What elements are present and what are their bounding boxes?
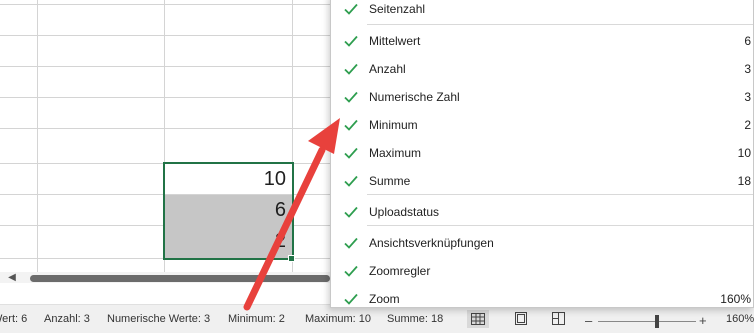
menu-item-seitenzahl[interactable]: Seitenzahl [331, 0, 754, 23]
status-minimum[interactable]: Minimum: 2 [228, 313, 285, 325]
menu-item-value: 160% [720, 292, 751, 306]
menu-item-zoom[interactable]: Zoom 160% [331, 285, 754, 313]
menu-item-label: Mittelwert [369, 34, 421, 48]
checkmark-icon [344, 119, 358, 131]
status-numeric-count[interactable]: Numerische Werte: 3 [107, 313, 210, 325]
checkmark-icon [344, 206, 358, 218]
status-value[interactable]: Wert: 6 [0, 313, 27, 325]
zoom-slider[interactable] [598, 321, 696, 322]
zoom-slider-thumb[interactable] [655, 315, 659, 328]
column-divider [37, 0, 38, 272]
menu-separator [367, 24, 753, 25]
checkmark-icon [344, 265, 358, 277]
menu-item-label: Zoomregler [369, 264, 431, 278]
menu-item-value: 3 [744, 90, 751, 104]
menu-item-value: 3 [744, 62, 751, 76]
menu-item-label: Uploadstatus [369, 205, 440, 219]
menu-item-zoomregler[interactable]: Zoomregler [331, 257, 754, 285]
checkmark-icon [344, 175, 358, 187]
status-maximum[interactable]: Maximum: 10 [305, 313, 371, 325]
menu-item-minimum[interactable]: Minimum 2 [331, 111, 754, 139]
menu-item-label: Maximum [369, 146, 422, 160]
menu-item-anzahl[interactable]: Anzahl 3 [331, 55, 754, 83]
menu-item-numerische-zahl[interactable]: Numerische Zahl 3 [331, 83, 754, 111]
menu-item-label: Minimum [369, 118, 418, 132]
menu-item-mittelwert[interactable]: Mittelwert 6 [331, 27, 754, 55]
menu-item-label: Summe [369, 174, 411, 188]
zoom-in-button[interactable]: + [699, 313, 707, 328]
zoom-level[interactable]: 160% [726, 313, 754, 325]
menu-item-ansichtsverknuepfungen[interactable]: Ansichtsverknüpfungen [331, 229, 754, 257]
menu-item-label: Ansichtsverknüpfungen [369, 236, 494, 250]
fill-handle[interactable] [288, 255, 295, 262]
scroll-left-arrow-icon[interactable]: ◀ [2, 272, 22, 283]
menu-item-maximum[interactable]: Maximum 10 [331, 139, 754, 167]
zoom-out-button[interactable]: – [585, 313, 592, 328]
status-count[interactable]: Anzahl: 3 [44, 313, 90, 325]
checkmark-icon [344, 35, 358, 47]
checkmark-icon [344, 147, 358, 159]
checkmark-icon [344, 3, 358, 15]
menu-item-value: 2 [744, 118, 751, 132]
menu-item-label: Anzahl [369, 62, 406, 76]
checkmark-icon [344, 293, 358, 305]
checkmark-icon [344, 63, 358, 75]
scrollbar-thumb[interactable] [30, 275, 330, 282]
status-sum[interactable]: Summe: 18 [387, 313, 443, 325]
menu-separator [367, 194, 753, 195]
menu-item-label: Seitenzahl [369, 2, 426, 16]
menu-item-summe[interactable]: Summe 18 [331, 167, 754, 195]
status-bar-context-menu: Seitenzahl Mittelwert 6 Anzahl 3 Numeris… [330, 0, 754, 308]
selection-border [163, 162, 294, 260]
menu-item-label: Numerische Zahl [369, 90, 460, 104]
checkmark-icon [344, 91, 358, 103]
menu-item-value: 6 [744, 34, 751, 48]
menu-item-value: 10 [737, 146, 751, 160]
menu-item-value: 18 [737, 174, 751, 188]
menu-item-uploadstatus[interactable]: Uploadstatus [331, 198, 754, 226]
menu-separator [367, 225, 753, 226]
checkmark-icon [344, 237, 358, 249]
menu-item-label: Zoom [369, 292, 400, 306]
